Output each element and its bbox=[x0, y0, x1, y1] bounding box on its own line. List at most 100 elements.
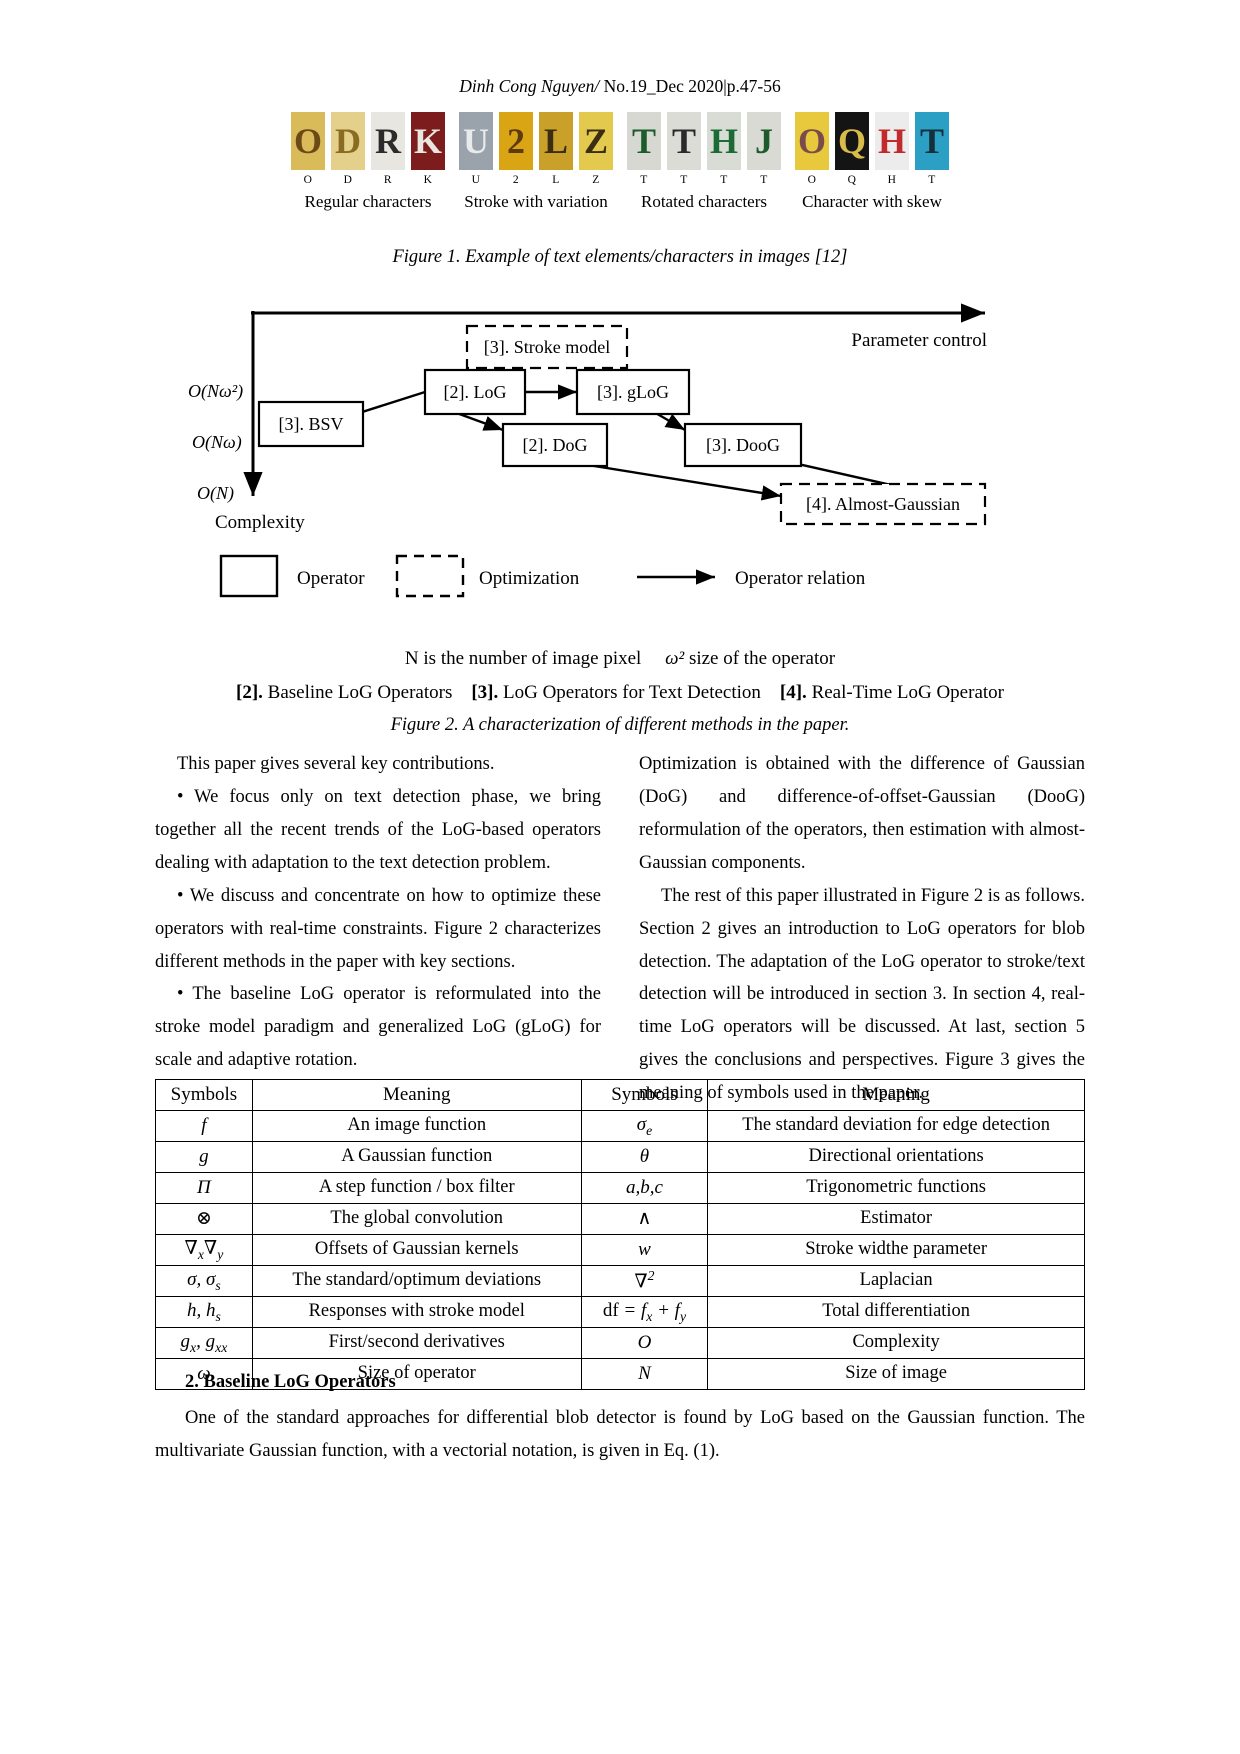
legend-operator-swatch bbox=[219, 554, 279, 598]
x-axis-label: Parameter control bbox=[851, 330, 987, 351]
cell-meaning-right: The standard deviation for edge detectio… bbox=[707, 1110, 1085, 1142]
section-body: One of the standard approaches for diffe… bbox=[155, 1402, 1085, 1468]
column-header-meaning-left: Meaning bbox=[251, 1079, 582, 1111]
cell-symbol-right: df = fx + fy bbox=[580, 1296, 709, 1328]
character-tile-label: T bbox=[680, 174, 688, 186]
cell-meaning-left: The global convolution bbox=[251, 1203, 582, 1235]
character-tile: O bbox=[291, 112, 325, 170]
figure-2-note-left: N is the number of image pixel bbox=[404, 648, 642, 669]
cell-meaning-right: Total differentiation bbox=[707, 1296, 1085, 1328]
figure-2-caption: Figure 2. A characterization of differen… bbox=[390, 715, 850, 735]
node-glog-label: [3]. gLoG bbox=[597, 382, 669, 402]
cell-meaning-left: A step function / box filter bbox=[251, 1172, 582, 1204]
figure-2-note-right: size of the operator bbox=[684, 648, 836, 669]
figure-1-glyph-cell: RR bbox=[371, 112, 405, 186]
y-axis-label: Complexity bbox=[215, 512, 305, 533]
character-tile-label: Q bbox=[847, 174, 857, 186]
table-row: f An image function σe The standard deviati… bbox=[155, 1110, 1085, 1142]
cell-symbol-right: N bbox=[580, 1358, 709, 1390]
column-header-symbols-right: Symbols bbox=[580, 1079, 709, 1111]
figure-1-glyph-cell: ZZ bbox=[579, 112, 613, 186]
character-tile: 2 bbox=[499, 112, 533, 170]
character-tile: K bbox=[411, 112, 445, 170]
character-tile-label: Z bbox=[592, 174, 600, 186]
body-column-left: This paper gives several key contributio… bbox=[155, 748, 601, 1110]
character-tile-label: U bbox=[471, 174, 481, 186]
character-tile-label: D bbox=[343, 174, 353, 186]
figure-1-glyph-cell: LL bbox=[539, 112, 573, 186]
cell-symbol-left: f bbox=[155, 1110, 253, 1142]
figure-1-glyph-cell: DD bbox=[331, 112, 365, 186]
cell-symbol-right: θ bbox=[580, 1141, 709, 1173]
figure-1-glyph-cell: 22 bbox=[499, 112, 533, 186]
cell-symbol-left: σ, σs bbox=[155, 1265, 253, 1297]
figure-1-glyph-cell: OO bbox=[291, 112, 325, 186]
table-row: gx, gxx First/second derivatives O Complexi… bbox=[155, 1327, 1085, 1359]
table-row: ∇x∇y Offsets of Gaussian kernels w Stroke w… bbox=[155, 1234, 1085, 1266]
character-tile: T bbox=[667, 112, 701, 170]
table-row: gA Gaussian function θ Directional orienta… bbox=[155, 1141, 1085, 1173]
figure-1-glyph-cell: TT bbox=[915, 112, 949, 186]
legend-operator-label: Operator bbox=[297, 568, 365, 589]
figure-1-strips: O O D D R R K K Regular characters U U 2 2 L L Z Z Stroke… bbox=[0, 112, 1240, 212]
cell-symbol-left: h, hs bbox=[155, 1296, 253, 1328]
node-almost-gaussian-label: [4]. Almost-Gaussian bbox=[806, 494, 960, 514]
character-tile-label: T bbox=[720, 174, 728, 186]
character-tile: H bbox=[707, 112, 741, 170]
cell-symbol-left: gx, gxx bbox=[155, 1327, 253, 1359]
character-tile: Q bbox=[835, 112, 869, 170]
cell-meaning-right: Size of image bbox=[707, 1358, 1085, 1390]
cell-meaning-right: Complexity bbox=[707, 1327, 1085, 1359]
paragraph: • We discuss and concentrate on how to o… bbox=[155, 885, 601, 972]
table-row: ΠA step function / box filter a,b,c Trigon… bbox=[155, 1172, 1085, 1204]
figure-1-caption: Figure 1. Example of text elements/chara… bbox=[392, 247, 848, 267]
header-issue: No.19_Dec 2020|p.47-56 bbox=[603, 76, 781, 96]
character-tile: T bbox=[915, 112, 949, 170]
cell-symbol-right: w bbox=[580, 1234, 709, 1266]
cell-meaning-right: Estimator bbox=[707, 1203, 1085, 1235]
figure-1-glyph-cell: KK bbox=[411, 112, 445, 186]
table-header-row: Symbols Meaning Symbols Meaning bbox=[155, 1079, 1085, 1111]
character-tile: U bbox=[459, 112, 493, 170]
node-bsv-label: [3]. BSV bbox=[278, 414, 343, 434]
figure-1-glyph-cell: JT bbox=[747, 112, 781, 186]
character-tile: J bbox=[747, 112, 781, 170]
figure-1: O O D D R R K K Regular characters U U 2 2 L L Z Z Stroke… bbox=[0, 112, 1240, 212]
ref-text-2: Baseline LoG Operators bbox=[262, 682, 453, 703]
y-tick-1: O(Nω) bbox=[192, 432, 242, 453]
character-tile: O bbox=[795, 112, 829, 170]
cell-symbol-right: ∇2 bbox=[580, 1265, 709, 1297]
header-author: Dinh Cong Nguyen/ bbox=[459, 76, 600, 96]
figure-1-glyph-cell: HT bbox=[707, 112, 741, 186]
node-stroke-model-label: [3]. Stroke model bbox=[484, 337, 610, 357]
node-log-label: [2]. LoG bbox=[444, 382, 507, 402]
figure-1-group-caption: Stroke with variation bbox=[464, 192, 608, 211]
character-tile: T bbox=[627, 112, 661, 170]
cell-meaning-left: A Gaussian function bbox=[251, 1141, 582, 1173]
paper-page: Dinh Cong Nguyen/ No.19_Dec 2020|p.47-56… bbox=[0, 0, 1240, 1754]
figure-1-glyph-row: OOQQHHTT bbox=[795, 112, 949, 186]
figure-2-svg: Parameter control Complexity O(Nω²) O(Nω… bbox=[188, 303, 987, 598]
paragraph: One of the standard approaches for diffe… bbox=[155, 1408, 1085, 1461]
column-header-symbols-left: Symbols bbox=[155, 1079, 253, 1111]
ref-text-4: Real-Time LoG Operator bbox=[806, 682, 1004, 703]
figure-2-note-symbol: ω² bbox=[665, 648, 685, 669]
figure-1-group-caption: Character with skew bbox=[802, 192, 942, 211]
table-row: ⊗ The global convolution ∧ Estimator bbox=[155, 1203, 1085, 1235]
cell-meaning-left: First/second derivatives bbox=[251, 1327, 582, 1359]
character-tile: R bbox=[371, 112, 405, 170]
cell-meaning-left: An image function bbox=[251, 1110, 582, 1142]
table-row: h, hs Responses with stroke model df = fx … bbox=[155, 1296, 1085, 1328]
ref-tag-3: [3]. bbox=[471, 682, 499, 703]
ref-tag-2: [2]. bbox=[236, 682, 263, 703]
figure-2-reference-key: [2]. Baseline LoG Operators [3]. LoG Ope… bbox=[0, 682, 1240, 704]
character-tile-label: T bbox=[760, 174, 768, 186]
figure-1-glyph-cell: TT bbox=[667, 112, 701, 186]
figure-1-glyph-cell: HH bbox=[875, 112, 909, 186]
figure-1-group: U U 2 2 L L Z Z Stroke with variation bbox=[459, 112, 613, 212]
character-tile-label: O bbox=[807, 174, 817, 186]
legend-relation-label: Operator relation bbox=[735, 568, 866, 589]
figure-1-group: O O Q Q H H T T Character with skew bbox=[795, 112, 949, 212]
node-dog-label: [2]. DoG bbox=[523, 435, 588, 455]
cell-meaning-left: The standard/optimum deviations bbox=[251, 1265, 582, 1297]
